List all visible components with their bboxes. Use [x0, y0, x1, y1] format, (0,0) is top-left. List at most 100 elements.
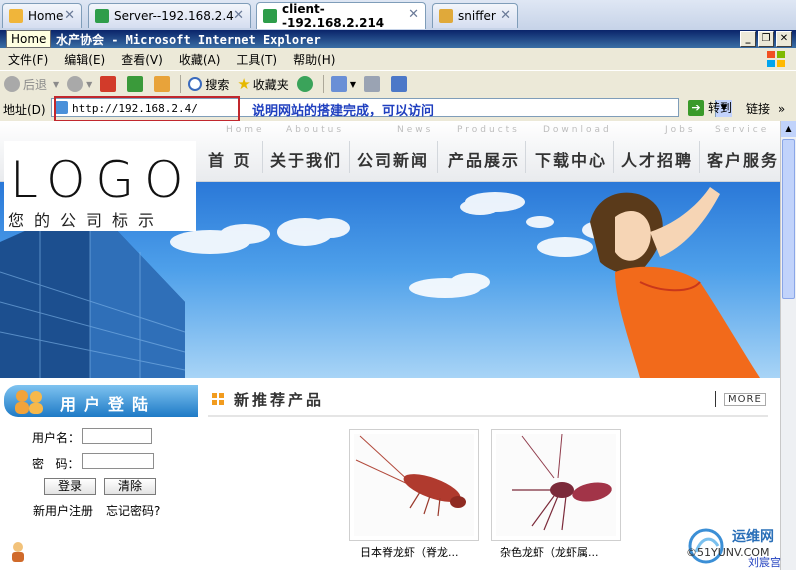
- nav-divider: [525, 141, 526, 173]
- go-arrow-icon: ➔: [688, 99, 704, 116]
- menu-edit[interactable]: 编辑(E): [56, 51, 113, 68]
- chevron-up-icon[interactable]: ▲: [781, 121, 796, 137]
- chevron-down-icon: ▼: [53, 79, 60, 89]
- restore-button[interactable]: ❐: [758, 31, 774, 47]
- product-card[interactable]: [491, 429, 621, 541]
- search-icon: [188, 77, 203, 91]
- forgot-password-link[interactable]: 忘记密码?: [106, 502, 160, 519]
- close-icon[interactable]: ✕: [408, 7, 419, 22]
- more-button[interactable]: MORE: [724, 393, 766, 406]
- tab-client[interactable]: client--192.168.2.214 ✕: [256, 2, 426, 30]
- vm-icon: [263, 9, 277, 23]
- register-link[interactable]: 新用户注册: [33, 502, 93, 519]
- annotation-text: 说明网站的搭建完成，可以访问: [252, 104, 435, 119]
- nav-divider: [437, 141, 438, 173]
- menu-tools[interactable]: 工具(T): [228, 51, 285, 68]
- close-icon[interactable]: ✕: [233, 8, 244, 23]
- nav-sub-products: Products: [457, 125, 520, 135]
- window-title-bar: 水产协会 - Microsoft Internet Explorer _ ❐ ✕: [0, 30, 796, 48]
- mail-button[interactable]: ▼: [327, 76, 360, 92]
- tab-label: sniffer: [458, 9, 496, 23]
- window-title: 水产协会 - Microsoft Internet Explorer: [56, 33, 321, 47]
- product-caption[interactable]: 日本脊龙虾（脊龙...: [360, 544, 459, 560]
- menu-help[interactable]: 帮助(H): [285, 51, 343, 68]
- lobster-image: [354, 434, 474, 536]
- go-label: 转到: [708, 101, 733, 115]
- minimize-button[interactable]: _: [740, 31, 756, 47]
- history-icon: [296, 76, 313, 92]
- logo-text: LOGO: [10, 151, 194, 209]
- stop-button[interactable]: [96, 76, 123, 92]
- favorites-button[interactable]: ★ 收藏夹: [233, 75, 292, 93]
- users-icon: [15, 390, 43, 414]
- highlight-box: [54, 96, 240, 122]
- tab-server[interactable]: Server--192.168.2.4 ✕: [88, 3, 251, 28]
- chevron-right-icon: »: [777, 102, 786, 116]
- menu-file[interactable]: 文件(F): [0, 51, 56, 68]
- nav-sub-news: News: [397, 125, 434, 135]
- nav-download[interactable]: 下载中心: [535, 147, 607, 171]
- tab-label: client--192.168.2.214: [282, 2, 385, 30]
- close-icon[interactable]: ✕: [500, 8, 511, 23]
- stop-icon: [100, 76, 117, 92]
- nav-about[interactable]: 关于我们: [270, 147, 342, 171]
- vm-icon: [95, 9, 109, 23]
- nav-products[interactable]: 产品展示: [448, 147, 520, 171]
- nav-home[interactable]: 首 页: [208, 147, 252, 171]
- forward-button[interactable]: ▼: [63, 76, 96, 92]
- close-button[interactable]: ✕: [776, 31, 792, 47]
- go-button[interactable]: ➔ 转到: [688, 99, 732, 116]
- edit-button[interactable]: [387, 76, 414, 92]
- vertical-scrollbar[interactable]: ▲: [780, 121, 796, 570]
- username-label: 用户名：: [32, 431, 81, 445]
- person-icon: [12, 542, 24, 562]
- products-title: 新推荐产品: [234, 391, 325, 409]
- vm-icon: [439, 9, 453, 23]
- username-input[interactable]: [82, 428, 152, 444]
- nav-service[interactable]: 客户服务: [707, 147, 779, 171]
- site-logo[interactable]: LOGO 您的公司标示: [4, 141, 196, 231]
- chevron-down-icon: ▼: [349, 79, 356, 89]
- refresh-button[interactable]: [123, 76, 150, 92]
- product-caption[interactable]: 杂色龙虾（龙虾属...: [500, 544, 599, 560]
- lobster-image: [496, 433, 616, 536]
- home-icon: [9, 9, 23, 23]
- page-content: Home Aboutus News Products Download Jobs…: [0, 121, 780, 570]
- products-panel: 新推荐产品 MORE 日本脊龙虾（脊龙... 杂色龙虾（龙虾属...: [208, 385, 768, 570]
- password-input[interactable]: [82, 453, 154, 469]
- nav-jobs[interactable]: 人才招聘: [621, 147, 693, 171]
- login-button[interactable]: 登录: [44, 478, 96, 495]
- print-icon: [363, 76, 380, 92]
- favorites-label: 收藏夹: [252, 77, 289, 92]
- toolbar-divider: [322, 75, 324, 93]
- tab-home[interactable]: Home ✕: [2, 3, 82, 28]
- password-label: 密 码：: [32, 457, 80, 471]
- scroll-thumb[interactable]: [782, 139, 795, 299]
- address-label: 地址(D): [3, 103, 46, 117]
- star-icon: ★: [237, 75, 251, 93]
- mail-icon: [330, 76, 347, 92]
- links-button[interactable]: 链接 »: [746, 100, 785, 117]
- close-icon[interactable]: ✕: [64, 8, 75, 23]
- menu-bar: 文件(F) 编辑(E) 查看(V) 收藏(A) 工具(T) 帮助(H): [0, 48, 796, 71]
- tab-sniffer[interactable]: sniffer ✕: [432, 3, 518, 28]
- toolbar-divider: [180, 75, 182, 93]
- clouds: [170, 192, 618, 298]
- chevron-down-icon: ▼: [86, 79, 93, 89]
- back-label: 后退: [23, 77, 48, 92]
- product-card[interactable]: [349, 429, 479, 541]
- tab-label: Server--192.168.2.4: [114, 9, 234, 23]
- nav-news[interactable]: 公司新闻: [357, 147, 429, 171]
- windows-logo-icon: [767, 51, 785, 67]
- menu-favorites[interactable]: 收藏(A): [171, 51, 229, 68]
- links-label: 链接: [746, 102, 771, 116]
- print-button[interactable]: [360, 76, 387, 92]
- history-button[interactable]: [293, 76, 320, 92]
- back-button[interactable]: 后退 ▼: [0, 76, 63, 93]
- search-button[interactable]: 搜索: [184, 76, 233, 93]
- nav-sub-jobs: Jobs: [665, 125, 696, 135]
- home-button[interactable]: [150, 76, 177, 92]
- home-icon: [154, 76, 171, 92]
- menu-view[interactable]: 查看(V): [113, 51, 171, 68]
- clear-button[interactable]: 清除: [104, 478, 156, 495]
